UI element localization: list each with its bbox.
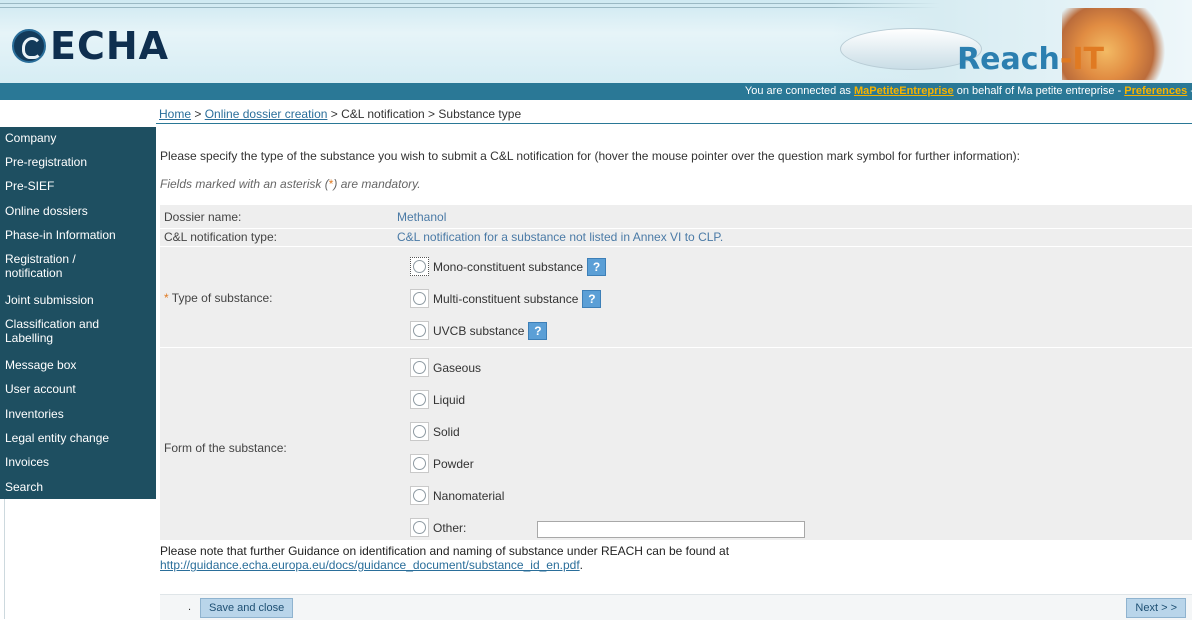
sidebar-nav: Company Pre-registration Pre-SIEF Online…: [0, 127, 156, 499]
echa-logo[interactable]: ECHA: [12, 24, 169, 68]
form-option-other[interactable]: Other:: [410, 518, 466, 537]
notification-type-value: C&L notification for a substance not lis…: [397, 230, 724, 244]
guidance-link[interactable]: http://guidance.echa.europa.eu/docs/guid…: [160, 558, 580, 572]
mandatory-note: Fields marked with an asterisk (*) are m…: [160, 177, 421, 191]
breadcrumb-divider: [156, 123, 1192, 124]
other-radio[interactable]: [410, 518, 429, 537]
breadcrumb: Home > Online dossier creation > C&L not…: [159, 107, 521, 121]
row-separator: [160, 228, 1192, 229]
status-suffix: -: [1187, 85, 1192, 97]
radio-circle-icon: [413, 292, 426, 305]
save-and-close-button[interactable]: Save and close: [200, 598, 294, 618]
multi-constituent-radio[interactable]: [410, 289, 429, 308]
it-logo-text: IT: [1072, 42, 1104, 77]
sidebar-item-phase-in-information[interactable]: Phase-in Information: [0, 228, 116, 242]
type-of-substance-label: * Type of substance:: [164, 291, 273, 305]
help-question-icon[interactable]: ?: [528, 321, 548, 340]
form-option-gaseous[interactable]: Gaseous: [410, 358, 481, 377]
gaseous-label[interactable]: Gaseous: [433, 361, 481, 375]
other-form-input[interactable]: [537, 521, 805, 538]
form-option-solid[interactable]: Solid: [410, 422, 460, 441]
reach-it-logo: Reach-IT: [957, 42, 1104, 77]
multi-constituent-label[interactable]: Multi-constituent substance: [433, 292, 578, 306]
sidebar-item-pre-sief[interactable]: Pre-SIEF: [0, 179, 54, 193]
radio-circle-icon: [413, 489, 426, 502]
sidebar-item-inventories[interactable]: Inventories: [0, 407, 64, 421]
breadcrumb-online-dossier[interactable]: Online dossier creation: [205, 107, 328, 121]
solid-radio[interactable]: [410, 422, 429, 441]
uvcb-radio[interactable]: [410, 321, 429, 340]
dossier-name-value: Methanol: [397, 210, 447, 224]
radio-circle-icon: [413, 324, 426, 337]
type-option-uvcb[interactable]: UVCB substance ?: [410, 321, 548, 340]
gaseous-radio[interactable]: [410, 358, 429, 377]
powder-label[interactable]: Powder: [433, 457, 474, 471]
left-rule: [4, 499, 5, 619]
user-link[interactable]: MaPetiteEntreprise: [854, 85, 954, 97]
form-option-nanomaterial[interactable]: Nanomaterial: [410, 486, 504, 505]
radio-circle-icon: [413, 260, 426, 273]
solid-label[interactable]: Solid: [433, 425, 460, 439]
radio-circle-icon: [413, 393, 426, 406]
preferences-link[interactable]: Preferences: [1124, 85, 1187, 97]
radio-circle-icon: [413, 425, 426, 438]
sidebar-item-online-dossiers[interactable]: Online dossiers: [0, 204, 88, 218]
next-button[interactable]: Next > >: [1126, 598, 1186, 618]
reach-it-banner: Reach-IT: [832, 0, 1192, 83]
nanomaterial-radio[interactable]: [410, 486, 429, 505]
echa-logo-text: ECHA: [50, 24, 170, 68]
type-option-multi[interactable]: Multi-constituent substance ?: [410, 289, 602, 308]
app-header: ECHA Reach-IT: [0, 0, 1192, 83]
breadcrumb-home[interactable]: Home: [159, 107, 191, 121]
sidebar-item-classification-labelling[interactable]: Classification and Labelling: [0, 317, 130, 345]
note-suffix: ) are mandatory.: [333, 177, 421, 191]
radio-circle-icon: [413, 457, 426, 470]
guidance-end: .: [579, 558, 583, 572]
liquid-radio[interactable]: [410, 390, 429, 409]
sidebar-item-joint-submission[interactable]: Joint submission: [0, 293, 94, 307]
sidebar-item-search[interactable]: Search: [0, 480, 43, 494]
status-prefix: You are connected as: [744, 85, 854, 97]
substance-form: [160, 205, 1192, 540]
sidebar-item-invoices[interactable]: Invoices: [0, 455, 49, 469]
uvcb-label[interactable]: UVCB substance: [433, 324, 524, 338]
help-question-icon[interactable]: ?: [587, 257, 607, 276]
help-question-icon[interactable]: ?: [582, 289, 602, 308]
type-label-text: Type of substance:: [168, 291, 273, 305]
nanomaterial-label[interactable]: Nanomaterial: [433, 489, 504, 503]
sidebar-item-registration-notification[interactable]: Registration / notification: [0, 252, 115, 280]
form-option-liquid[interactable]: Liquid: [410, 390, 465, 409]
form-option-powder[interactable]: Powder: [410, 454, 474, 473]
guidance-note: Please note that further Guidance on ide…: [160, 544, 729, 572]
powder-radio[interactable]: [410, 454, 429, 473]
footer-dot: .: [188, 601, 192, 613]
breadcrumb-current: > C&L notification > Substance type: [327, 107, 522, 121]
connection-status-bar: You are connected as MaPetiteEntreprise …: [0, 83, 1192, 100]
status-middle: on behalf of Ma petite entreprise -: [953, 85, 1125, 97]
radio-circle-icon: [413, 361, 426, 374]
other-label[interactable]: Other:: [433, 521, 466, 535]
sidebar-item-message-box[interactable]: Message box: [0, 358, 76, 372]
sidebar-item-legal-entity-change[interactable]: Legal entity change: [0, 431, 109, 445]
row-separator: [160, 246, 1192, 247]
sidebar-item-company[interactable]: Company: [0, 131, 56, 145]
type-option-mono[interactable]: Mono-constituent substance ?: [410, 257, 607, 276]
mono-constituent-radio[interactable]: [410, 257, 429, 276]
form-of-substance-label: Form of the substance:: [164, 441, 287, 455]
breadcrumb-separator: >: [191, 107, 205, 121]
intro-text: Please specify the type of the substance…: [160, 149, 1020, 163]
sidebar-item-pre-registration[interactable]: Pre-registration: [0, 155, 87, 169]
row-separator: [160, 347, 1192, 348]
radio-circle-icon: [413, 521, 426, 534]
guidance-text: Please note that further Guidance on ide…: [160, 544, 730, 558]
note-prefix: Fields marked with an asterisk (: [160, 177, 329, 191]
mono-constituent-label[interactable]: Mono-constituent substance: [433, 260, 583, 274]
liquid-label[interactable]: Liquid: [433, 393, 465, 407]
reach-logo-text: Reach: [957, 42, 1060, 77]
dossier-name-label: Dossier name:: [164, 210, 242, 224]
echa-logo-icon: [12, 29, 46, 63]
notification-type-label: C&L notification type:: [164, 230, 277, 244]
action-bar: . Save and close Next > >: [160, 594, 1192, 620]
sidebar-item-user-account[interactable]: User account: [0, 382, 76, 396]
